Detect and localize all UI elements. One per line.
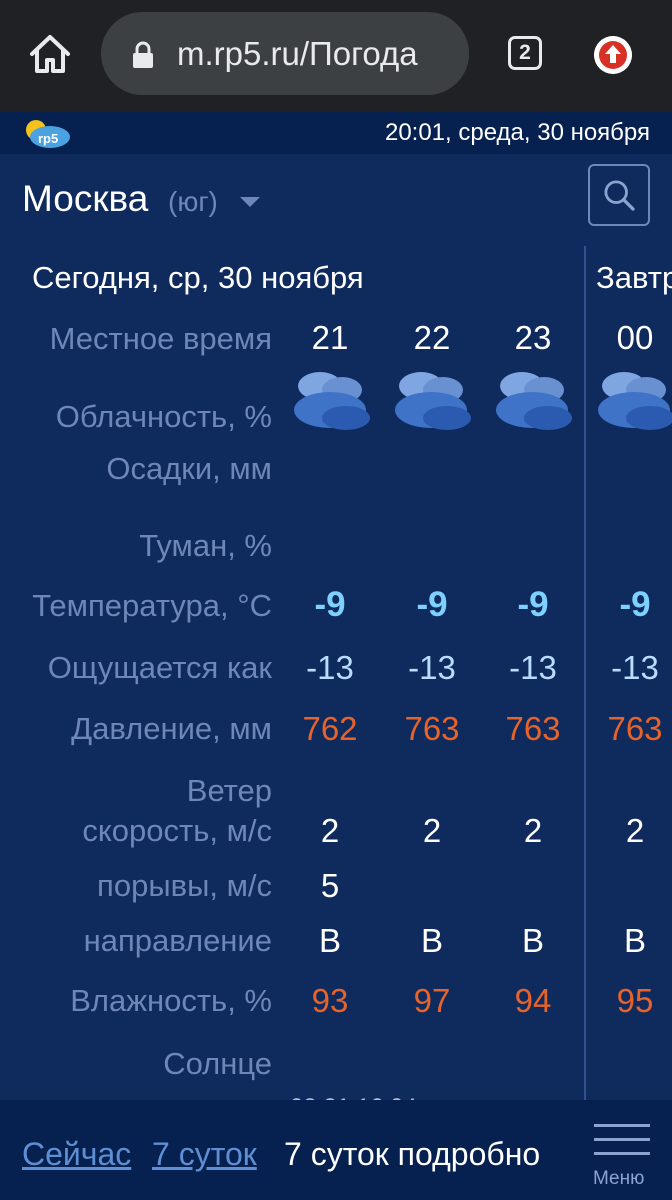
menu-icon[interactable] [594,1124,650,1160]
feels-like-cell: -13 [509,649,557,686]
city-district[interactable]: (юг) [168,184,218,220]
humidity-cell: 93 [311,982,349,1019]
wind-direction-cell: В [318,922,341,959]
hour-cell: 23 [514,319,552,356]
wind-speed-cell: 2 [422,812,442,849]
temperature-cell: -9 [517,585,549,624]
chevron-down-icon[interactable] [240,197,260,207]
label-feels-like: Ощущается как [47,650,272,685]
update-arrow-icon[interactable] [594,36,632,74]
label-sun: Солнце [163,1046,272,1081]
label-fog: Туман, % [139,528,272,563]
pressure-cell: 763 [505,710,561,747]
label-wind-speed: скорость, м/с [82,813,272,848]
svg-text:rp5: rp5 [38,131,58,146]
label-humidity: Влажность, % [70,983,272,1018]
wind-speed-cell: 2 [625,812,645,849]
overcast-cloud-icon [294,372,370,430]
search-icon[interactable] [588,164,650,226]
hour-cell: 00 [616,319,654,356]
lock-icon [133,41,153,68]
hour-cell: 22 [413,319,451,356]
temperature-cell: -9 [314,585,346,624]
tomorrow-heading: Завтр [596,260,672,295]
nav-week-link[interactable]: 7 суток [152,1134,257,1174]
overcast-cloud-icon [598,372,672,430]
label-pressure: Давление, мм [71,711,272,746]
nav-week-detailed-active: 7 суток подробно [284,1136,541,1172]
overcast-cloud-icon [496,372,572,430]
city-name[interactable]: Москва [22,176,148,222]
feels-like-cell: -13 [306,649,354,686]
temperature-cell: -9 [619,585,651,624]
tabs-icon[interactable]: 2 [508,36,542,70]
wind-speed-cell: 2 [320,812,340,849]
wind-speed-cell: 2 [523,812,543,849]
overcast-cloud-icon [395,372,471,430]
pressure-cell: 763 [607,710,663,747]
label-local-time: Местное время [49,321,272,356]
wind-direction-cell: В [623,922,646,959]
hour-cell: 21 [311,319,349,356]
temperature-cell: -9 [416,585,448,624]
humidity-cell: 97 [413,982,451,1019]
current-datetime: 20:01, среда, 30 ноября [384,119,650,146]
url-text: m.rp5.ru/Погода [177,35,418,72]
wind-direction-cell: В [521,922,544,959]
browser-toolbar: m.rp5.ru/Погода 2 [0,0,672,112]
today-heading: Сегодня, ср, 30 ноября [32,260,364,295]
feels-like-cell: -13 [611,649,659,686]
humidity-cell: 95 [616,982,654,1019]
home-icon[interactable] [26,30,74,78]
pressure-cell: 762 [302,710,358,747]
nav-now-link[interactable]: Сейчас [22,1134,131,1174]
label-cloudiness: Облачность, % [55,399,272,434]
label-precipitation: Осадки, мм [106,451,272,486]
wind-direction-cell: В [420,922,443,959]
label-wind: Ветер [186,773,272,808]
label-wind-direction: направление [83,923,272,958]
rp5-logo[interactable]: rp5 [20,117,76,151]
pressure-cell: 763 [404,710,460,747]
humidity-cell: 94 [514,982,552,1019]
feels-like-cell: -13 [408,649,456,686]
url-fade [429,12,469,95]
label-gusts: порывы, м/с [97,868,272,903]
address-bar[interactable]: m.rp5.ru/Погода [101,12,469,95]
menu-label[interactable]: Меню [593,1168,644,1190]
gusts-cell: 5 [320,867,340,904]
day-separator [584,246,586,1100]
label-temperature: Температура, °C [32,588,272,623]
